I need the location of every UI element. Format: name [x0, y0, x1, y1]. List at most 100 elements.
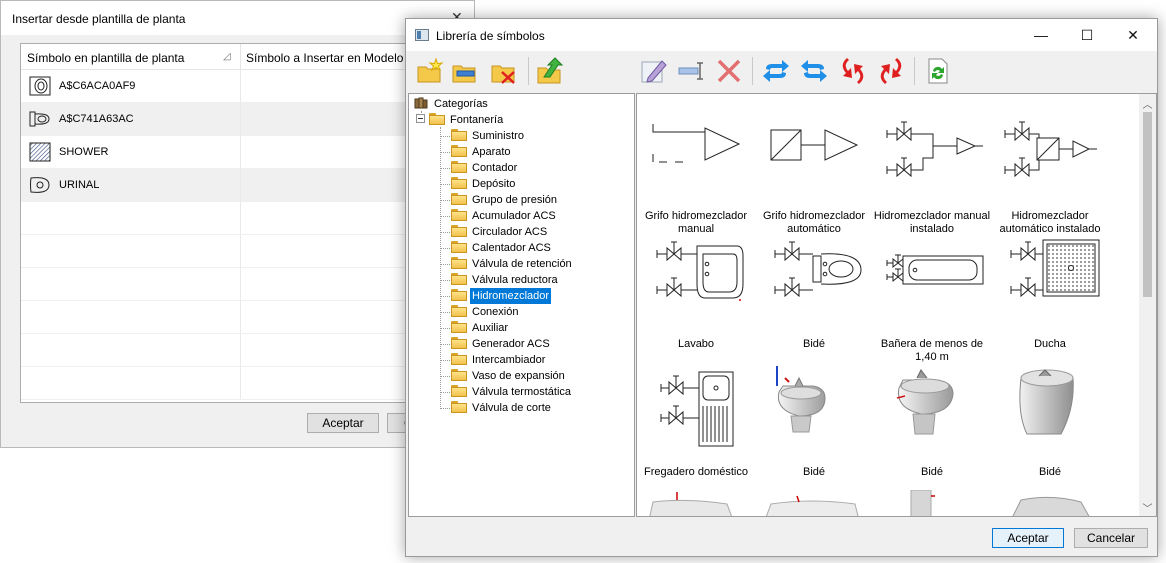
table-row[interactable]: A$C6ACA0AF9: [21, 70, 459, 103]
dialog-title: Librería de símbolos: [436, 29, 545, 43]
tree-item[interactable]: Válvula de retención: [451, 256, 574, 272]
column-header-template-symbol[interactable]: Símbolo en plantilla de planta: [27, 51, 184, 65]
tree-root-categorias[interactable]: Categorías: [414, 96, 490, 112]
symbol-caption: Hidromezclador automático instalado: [999, 210, 1101, 235]
symbol-tile[interactable]: Ducha: [991, 236, 1109, 364]
tree-item-label: Hidromezclador: [468, 287, 553, 305]
accept-button[interactable]: Aceptar: [992, 528, 1064, 548]
tree-item[interactable]: Conexión: [451, 304, 520, 320]
symbol-tile[interactable]: Grifo hidromezclador manual: [637, 108, 755, 236]
tree-item[interactable]: Depósito: [451, 176, 517, 192]
tree-item[interactable]: Válvula de corte: [451, 400, 553, 416]
symbol-caption: Lavabo: [677, 338, 715, 350]
table-row[interactable]: A$C741A63AC: [21, 103, 459, 136]
scrollbar-thumb[interactable]: [1143, 112, 1152, 297]
sort-icon[interactable]: ◿: [223, 51, 231, 62]
rename-symbol-icon[interactable]: [678, 57, 706, 85]
folder-icon: [451, 369, 467, 381]
tree-item[interactable]: Generador ACS: [451, 336, 552, 352]
symbol-tile[interactable]: Bidé: [755, 364, 873, 492]
close-button[interactable]: ✕: [1110, 19, 1156, 51]
minimize-button[interactable]: —: [1018, 19, 1064, 51]
swap-reverse-icon[interactable]: [800, 57, 828, 85]
tree-item-label: Vaso de expansión: [472, 370, 565, 382]
toolbar: [406, 51, 1157, 91]
symbol-tile[interactable]: Bidé: [991, 364, 1109, 492]
tree-item[interactable]: Circulador ACS: [451, 224, 549, 240]
tree-item[interactable]: Vaso de expansión: [451, 368, 567, 384]
symbol-caption: Ducha: [1034, 338, 1066, 350]
tree-node-fontaneria[interactable]: Fontanería: [416, 112, 505, 128]
symbol-tile[interactable]: Lavabo: [637, 236, 755, 364]
folder-icon: [451, 401, 467, 413]
shower-icon: [29, 142, 51, 162]
symbol-tile[interactable]: Grifo hidromezclador automático: [755, 108, 873, 236]
symbol-library-dialog: Librería de símbolos — ☐ ✕ Categorías Fo…: [405, 18, 1158, 557]
tree-item[interactable]: Contador: [451, 160, 519, 176]
tree-item-label: Depósito: [472, 178, 516, 190]
symbol-caption: Grifo hidromezclador automático: [762, 210, 866, 235]
symbol-mapping-table: Símbolo en plantilla de planta ◿ Símbolo…: [20, 43, 460, 403]
table-row[interactable]: URINAL: [21, 169, 459, 202]
folder-icon: [451, 225, 467, 237]
symbol-tile[interactable]: Bidé: [873, 364, 991, 492]
cancel-button[interactable]: Cancelar: [1074, 528, 1148, 548]
rotate-ccw-icon[interactable]: [877, 57, 905, 85]
tree-item[interactable]: Acumulador ACS: [451, 208, 558, 224]
template-symbol-name: A$C6ACA0AF9: [59, 80, 136, 92]
table-row: [21, 367, 459, 400]
bathtub-3d-icon[interactable]: [755, 490, 873, 517]
tree-item[interactable]: Hidromezclador: [451, 287, 553, 305]
sink-3d-icon[interactable]: [991, 490, 1109, 517]
symbol-tile[interactable]: Hidromezclador automático instalado: [991, 108, 1109, 236]
delete-folder-icon[interactable]: [490, 57, 518, 85]
rename-folder-icon[interactable]: [451, 57, 479, 85]
app-icon: [415, 29, 429, 41]
tree-item[interactable]: Válvula termostática: [451, 384, 573, 400]
folder-open-icon: [429, 113, 445, 125]
symbol-caption: Hidromezclador manual instalado: [873, 210, 991, 235]
swap-horizontal-icon[interactable]: [762, 57, 790, 85]
import-icon[interactable]: [536, 57, 564, 85]
refresh-icon[interactable]: [924, 57, 952, 85]
collapse-icon[interactable]: [416, 114, 426, 124]
edit-symbol-icon[interactable]: [640, 57, 668, 85]
mixer-tap-manual-icon: [652, 124, 741, 163]
tree-item[interactable]: Intercambiador: [451, 352, 547, 368]
new-folder-icon[interactable]: [416, 57, 444, 85]
table-row: [21, 235, 459, 268]
washbasin-3d-icon[interactable]: [637, 490, 755, 517]
category-tree: Categorías Fontanería Suministro Aparato C…: [408, 93, 635, 517]
maximize-button[interactable]: ☐: [1064, 19, 1110, 51]
tree-item-label: Acumulador ACS: [472, 210, 556, 222]
folder-icon: [451, 289, 467, 301]
symbol-tile[interactable]: Hidromezclador manual instalado: [873, 108, 991, 236]
table-header: Símbolo en plantilla de planta ◿ Símbolo…: [21, 44, 459, 70]
symbol-tile[interactable]: Fregadero doméstico: [637, 364, 755, 492]
symbol-gallery: Grifo hidromezclador manual Grifo hidrom…: [636, 93, 1157, 517]
folder-icon: [451, 337, 467, 349]
symbol-tile[interactable]: Bidé: [755, 236, 873, 364]
symbol-tile[interactable]: Bañera de menos de 1,40 m: [873, 236, 991, 364]
accept-button[interactable]: Aceptar: [307, 413, 379, 433]
tree-item[interactable]: Auxiliar: [451, 320, 510, 336]
scroll-down-icon[interactable]: ﹀: [1139, 500, 1156, 515]
bidet-3d-icon: [1019, 369, 1074, 435]
folder-icon: [451, 209, 467, 221]
tree-item[interactable]: Suministro: [451, 128, 526, 144]
column-header-model-symbol[interactable]: Símbolo a Insertar en Modelo: [246, 51, 403, 65]
tree-item-label: Válvula de retención: [472, 258, 572, 270]
vertical-scrollbar[interactable]: ︿ ﹀: [1139, 94, 1156, 516]
template-symbol-name: URINAL: [59, 179, 100, 191]
delete-symbol-icon[interactable]: [715, 57, 743, 85]
scroll-up-icon[interactable]: ︿: [1139, 96, 1156, 111]
shower-3d-icon[interactable]: [873, 490, 991, 517]
table-row[interactable]: SHOWER: [21, 136, 459, 169]
tree-item[interactable]: Válvula reductora: [451, 272, 560, 288]
tree-item[interactable]: Grupo de presión: [451, 192, 559, 208]
bidet-3d-icon: [896, 369, 954, 435]
rotate-cw-icon[interactable]: [839, 57, 867, 85]
tree-item[interactable]: Calentador ACS: [451, 240, 553, 256]
tree-item[interactable]: Aparato: [451, 144, 513, 160]
toilet-icon: [29, 111, 50, 127]
